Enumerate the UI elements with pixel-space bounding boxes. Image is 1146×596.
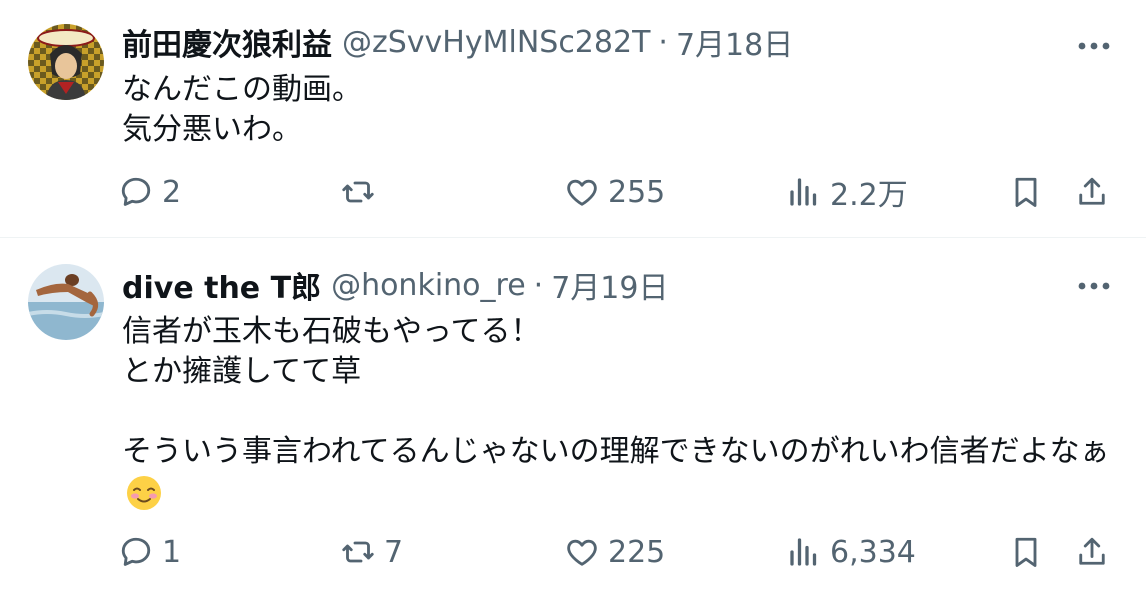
bookmark-button[interactable]: [1008, 530, 1044, 574]
views-button[interactable]: 6,334: [786, 530, 916, 574]
views-chart-icon: [790, 178, 817, 206]
like-count: 225: [608, 534, 666, 570]
samurai-portrait-avatar-icon: [28, 24, 104, 100]
retweet-icon: [342, 541, 374, 563]
retweet-button[interactable]: 7: [340, 530, 403, 574]
heart-icon: [567, 539, 597, 566]
like-button[interactable]: 255: [564, 170, 665, 214]
tweet[interactable]: dive the T郎 @honkino_re · 7月19日 信者が玉木も石破…: [0, 238, 1146, 596]
separator: ·: [533, 267, 544, 303]
share-icon: [1079, 177, 1105, 205]
more-options-button[interactable]: [1074, 26, 1114, 66]
tweet-body: 信者が玉木も石破もやってる！ とか擁護してて草 そういう事言われてるんじゃないの…: [122, 312, 1122, 513]
bookmark-icon: [1015, 177, 1037, 207]
display-name[interactable]: dive the T郎: [122, 263, 321, 307]
swimmer-photo-avatar-icon: [28, 264, 104, 340]
like-button[interactable]: 225: [564, 530, 665, 574]
tweet-header: 前田慶次狼利益 @zSvvHyMlNSc282T · 7月18日: [122, 20, 793, 64]
post-date[interactable]: 7月19日: [551, 263, 668, 307]
share-icon: [1079, 537, 1105, 565]
smiling-face-with-blush-emoji-icon: [124, 473, 164, 513]
retweet-count: 7: [384, 534, 404, 570]
reply-button[interactable]: 1: [118, 530, 181, 574]
reply-icon: [121, 537, 151, 566]
heart-icon: [567, 179, 597, 206]
views-count: 2.2万: [830, 178, 908, 213]
tweet-text: なんだこの動画。 気分悪いわ。: [122, 72, 362, 147]
user-handle[interactable]: @zSvvHyMlNSc282T: [342, 25, 650, 60]
tweet[interactable]: 前田慶次狼利益 @zSvvHyMlNSc282T · 7月18日 なんだこの動画…: [0, 0, 1146, 238]
more-dots-icon: [1078, 282, 1110, 290]
share-button[interactable]: [1074, 170, 1110, 214]
action-bar: 1 7 225 6,334: [118, 530, 1118, 574]
more-dots-icon: [1078, 42, 1110, 50]
action-bar: 2 255 2.2万: [118, 170, 1118, 214]
reply-icon: [121, 177, 151, 206]
more-options-button[interactable]: [1074, 266, 1114, 306]
separator: ·: [658, 24, 668, 60]
bookmark-button[interactable]: [1008, 170, 1044, 214]
views-button[interactable]: 2.2万: [786, 170, 908, 214]
views-count: 6,334: [830, 534, 916, 570]
retweet-button[interactable]: [340, 170, 384, 214]
user-handle[interactable]: @honkino_re: [331, 268, 526, 303]
bookmark-icon: [1015, 537, 1037, 567]
post-date[interactable]: 7月18日: [676, 20, 793, 64]
retweet-icon: [342, 181, 374, 203]
tweet-text: 信者が玉木も石破もやってる！ とか擁護してて草 そういう事言われてるんじゃないの…: [122, 314, 1110, 469]
share-button[interactable]: [1074, 530, 1110, 574]
reply-count: 1: [162, 534, 182, 570]
views-chart-icon: [790, 538, 817, 566]
like-count: 255: [608, 174, 666, 210]
display-name[interactable]: 前田慶次狼利益: [122, 20, 332, 64]
reply-count: 2: [162, 174, 182, 210]
tweet-header: dive the T郎 @honkino_re · 7月19日: [122, 263, 668, 307]
avatar[interactable]: [28, 24, 104, 100]
avatar[interactable]: [28, 264, 104, 340]
reply-button[interactable]: 2: [118, 170, 181, 214]
